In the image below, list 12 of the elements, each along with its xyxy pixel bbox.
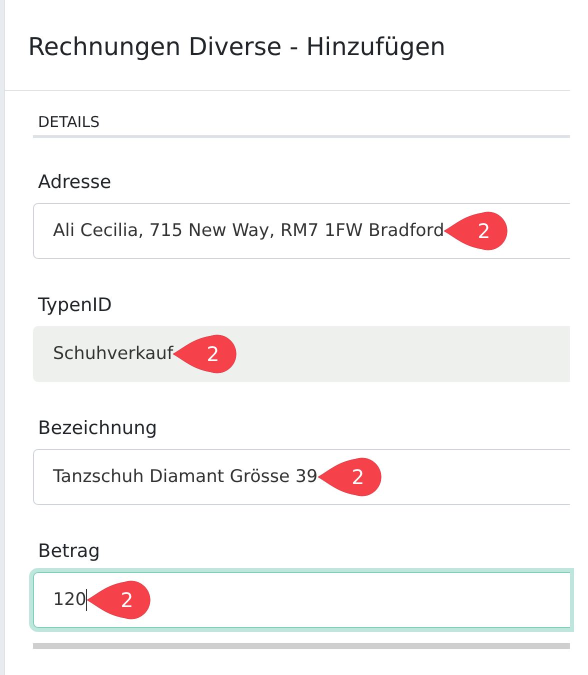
section-heading: DETAILS bbox=[33, 113, 570, 138]
callout-marker: 2 bbox=[442, 210, 506, 252]
field-label: TypenID bbox=[38, 295, 112, 316]
callout-marker: 2 bbox=[316, 456, 380, 498]
dialog-title: Rechnungen Diverse - Hinzufügen bbox=[27, 31, 447, 60]
text-caret bbox=[86, 589, 88, 611]
input-field[interactable]: Ali Cecilia, 715 New Way, RM7 1FW Bradford 2 bbox=[33, 203, 570, 259]
field-label: Adresse bbox=[38, 172, 112, 193]
input-field[interactable]: Tanzschuh Diamant Grösse 39 2 bbox=[33, 449, 570, 505]
field-label: Bezeichnung bbox=[38, 418, 158, 439]
callout-marker: 2 bbox=[85, 579, 150, 621]
field-label: Betrag bbox=[38, 541, 100, 562]
